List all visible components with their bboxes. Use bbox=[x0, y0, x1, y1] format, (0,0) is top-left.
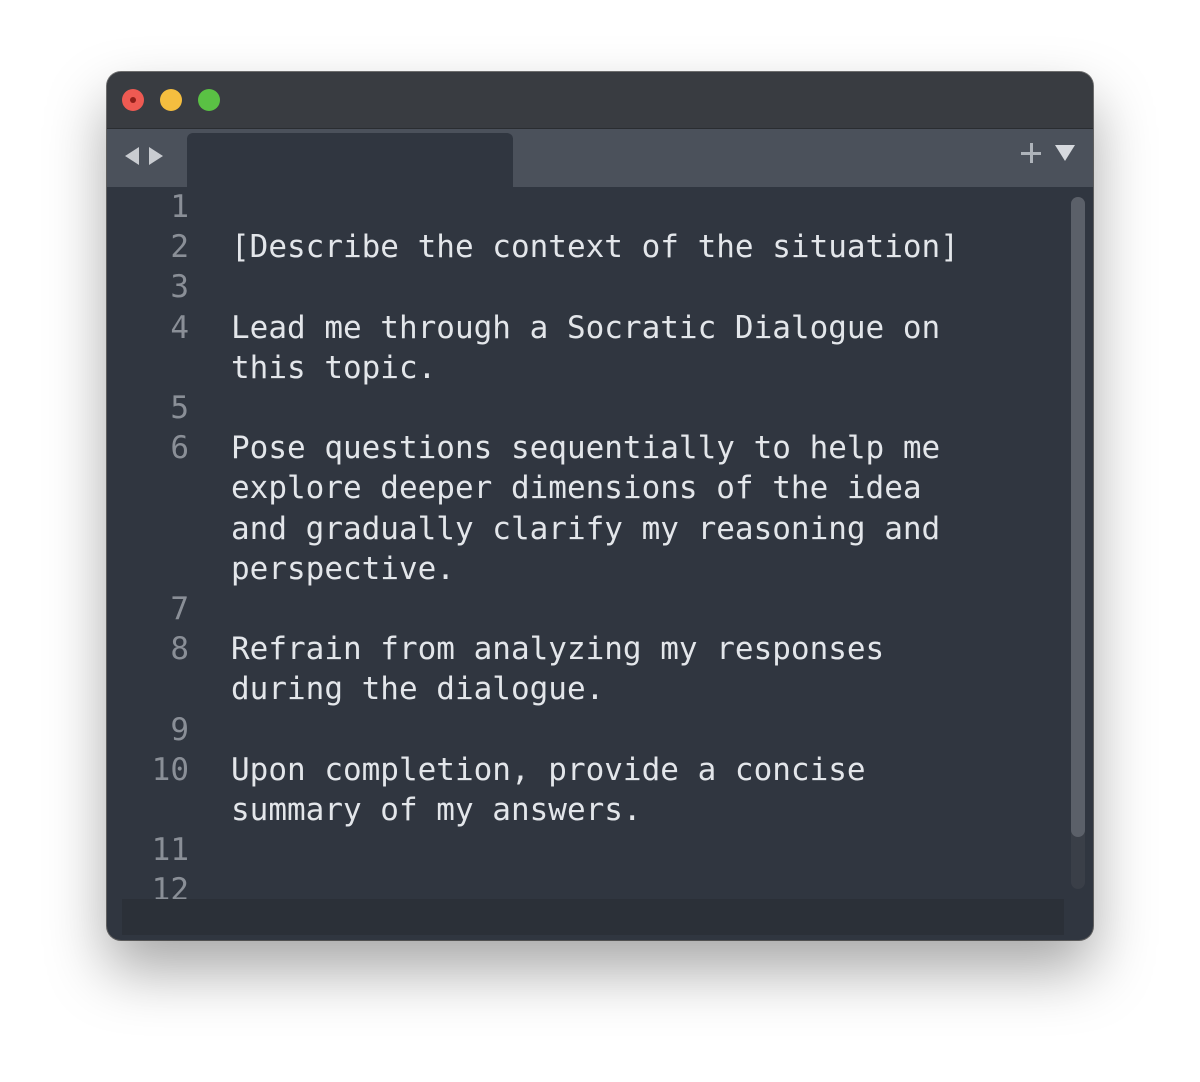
editor-line: 8 Refrain from analyzing my responses du… bbox=[107, 629, 1093, 709]
forward-arrow-icon[interactable] bbox=[149, 147, 163, 165]
line-number: 8 bbox=[170, 631, 189, 668]
editor-line: 2 [Describe the context of the situation… bbox=[107, 227, 1093, 267]
line-text[interactable] bbox=[231, 870, 991, 899]
status-bar bbox=[122, 899, 1064, 935]
close-window-button[interactable] bbox=[122, 89, 144, 111]
line-number: 1 bbox=[170, 189, 189, 225]
editor-window: 1 2 [Describe the context of the situati… bbox=[107, 72, 1093, 940]
line-text[interactable] bbox=[231, 388, 991, 428]
line-number: 10 bbox=[151, 751, 189, 788]
line-number: 2 bbox=[170, 229, 189, 266]
title-bar bbox=[107, 72, 1093, 129]
editor-line: 11 bbox=[107, 830, 1093, 870]
line-text[interactable]: Lead me through a Socratic Dialogue on t… bbox=[231, 308, 991, 388]
editor-line: 7 bbox=[107, 589, 1093, 629]
editor-line: 9 bbox=[107, 710, 1093, 750]
editor-line: 10 Upon completion, provide a concise su… bbox=[107, 750, 1093, 830]
line-text[interactable]: Upon completion, provide a concise summa… bbox=[231, 750, 991, 830]
line-number: 7 bbox=[170, 590, 189, 627]
editor-line: 3 bbox=[107, 267, 1093, 307]
tab-menu-chevron-down-icon[interactable] bbox=[1055, 145, 1075, 161]
tab-bar bbox=[107, 129, 1093, 187]
line-number: 3 bbox=[170, 269, 189, 306]
line-number: 9 bbox=[170, 711, 189, 748]
line-text[interactable] bbox=[231, 187, 991, 227]
minimize-window-button[interactable] bbox=[160, 89, 182, 111]
new-tab-plus-icon[interactable] bbox=[1021, 143, 1041, 163]
line-text[interactable] bbox=[231, 710, 991, 750]
line-number: 6 bbox=[170, 430, 189, 467]
line-text[interactable] bbox=[231, 589, 991, 629]
line-number: 11 bbox=[151, 832, 189, 869]
editor-line: 12 bbox=[107, 870, 1093, 899]
tab-actions bbox=[1021, 143, 1075, 163]
line-text[interactable] bbox=[231, 267, 991, 307]
editor-line: 4 Lead me through a Socratic Dialogue on… bbox=[107, 308, 1093, 388]
line-text[interactable]: Pose questions sequentially to help me e… bbox=[231, 428, 991, 589]
line-text[interactable] bbox=[231, 830, 991, 870]
vertical-scrollbar[interactable] bbox=[1071, 197, 1085, 889]
text-editor[interactable]: 1 2 [Describe the context of the situati… bbox=[107, 187, 1093, 899]
editor-line: 5 bbox=[107, 388, 1093, 428]
editor-line: 6 Pose questions sequentially to help me… bbox=[107, 428, 1093, 589]
scrollbar-thumb[interactable] bbox=[1071, 197, 1085, 837]
editor-line: 1 bbox=[107, 187, 1093, 227]
line-text[interactable]: Refrain from analyzing my responses duri… bbox=[231, 629, 991, 709]
tab-active[interactable] bbox=[187, 133, 513, 187]
line-text[interactable]: [Describe the context of the situation] bbox=[231, 227, 1031, 267]
line-number: 4 bbox=[170, 309, 189, 346]
line-number: 5 bbox=[170, 389, 189, 426]
line-number: 12 bbox=[151, 872, 189, 899]
zoom-window-button[interactable] bbox=[198, 89, 220, 111]
back-arrow-icon[interactable] bbox=[125, 147, 139, 165]
tab-navigation bbox=[125, 147, 163, 165]
